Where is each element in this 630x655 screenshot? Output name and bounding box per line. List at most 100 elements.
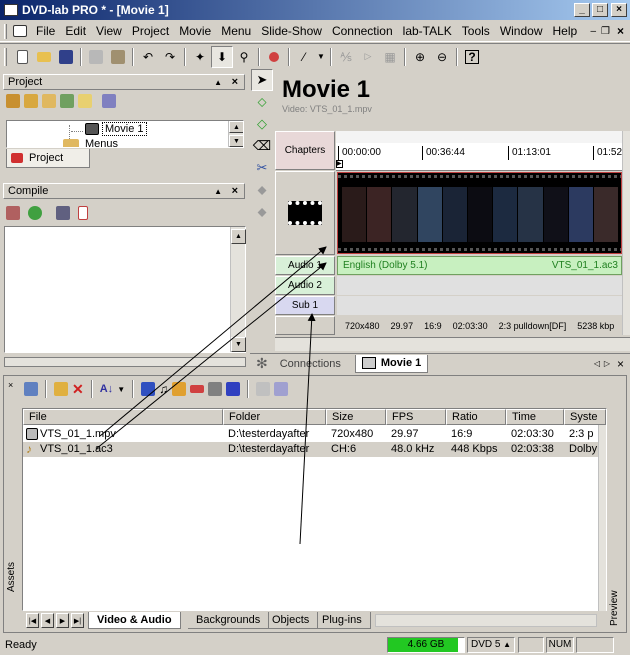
- preview-side-label[interactable]: Preview: [609, 590, 620, 626]
- compile-scroll-down-button[interactable]: ▼: [231, 337, 246, 352]
- close-button[interactable]: ×: [611, 3, 627, 17]
- asset-audio-icon[interactable]: ♫: [159, 382, 168, 396]
- undo-icon[interactable]: ↶: [137, 46, 159, 68]
- star-icon[interactable]: [78, 94, 92, 108]
- dropdown-arrow-icon[interactable]: ▼: [315, 46, 327, 68]
- asset-tree-icon[interactable]: [141, 382, 156, 396]
- column-time[interactable]: Time: [506, 409, 564, 425]
- asset-h-scrollbar[interactable]: [375, 614, 597, 627]
- audio1-track[interactable]: English (Dolby 5.1) VTS_01_1.ac3: [337, 256, 622, 275]
- cut-tool-icon[interactable]: ✂: [251, 157, 273, 179]
- menu-menu[interactable]: Menu: [216, 22, 256, 40]
- menu-file[interactable]: File: [31, 22, 60, 40]
- menu-connection[interactable]: Connection: [327, 22, 398, 40]
- pointer-tool-icon[interactable]: ➤: [251, 69, 273, 91]
- link-tool-icon[interactable]: ◇: [251, 113, 273, 135]
- menu-tools[interactable]: Tools: [457, 22, 495, 40]
- audio2-track[interactable]: [337, 276, 622, 295]
- binoculars-icon[interactable]: ⚲: [233, 46, 255, 68]
- tab-objects[interactable]: Objects: [264, 612, 319, 629]
- dvd-type-select[interactable]: DVD 5 ▲: [467, 637, 515, 653]
- compile-settings-icon[interactable]: [6, 206, 20, 220]
- add-movie-icon[interactable]: [6, 94, 20, 108]
- column-ratio[interactable]: Ratio: [446, 409, 506, 425]
- dfill-icon[interactable]: ▷: [357, 46, 379, 68]
- sub1-track[interactable]: [337, 296, 622, 315]
- menu-edit[interactable]: Edit: [60, 22, 91, 40]
- menu-movie[interactable]: Movie: [174, 22, 216, 40]
- asset-delete-icon[interactable]: ✕: [72, 381, 84, 398]
- open-icon[interactable]: [33, 46, 55, 68]
- column-size[interactable]: Size: [326, 409, 386, 425]
- wizard-icon[interactable]: ✦: [189, 46, 211, 68]
- sub1-track-header[interactable]: Sub 1: [275, 296, 335, 315]
- asset-grid-icon[interactable]: [256, 382, 271, 396]
- table-row[interactable]: VTS_01_1.mpv D:\testerdayafter 720x480 2…: [23, 427, 606, 442]
- audio2-track-header[interactable]: Audio 2: [275, 276, 335, 295]
- mdi-restore-icon[interactable]: ❐: [601, 26, 610, 37]
- asset-bar-icon[interactable]: [190, 385, 205, 393]
- add-chapter-icon[interactable]: ⬦: [251, 91, 273, 113]
- magic-wand-icon[interactable]: ⁄: [293, 46, 315, 68]
- compile-panel-close-icon[interactable]: ×: [232, 185, 238, 197]
- tab-connections[interactable]: Connections: [280, 358, 341, 370]
- help-icon[interactable]: ?: [461, 46, 483, 68]
- menu-project[interactable]: Project: [127, 22, 174, 40]
- grid-icon[interactable]: ▦: [379, 46, 401, 68]
- tab-next-icon[interactable]: ▷: [604, 359, 610, 368]
- compile-scroll-up-button[interactable]: ▲: [231, 229, 246, 244]
- timeline-ruler[interactable]: 00:00:00 00:36:44 01:13:01 01:52:0 ▶: [336, 131, 623, 171]
- video-track[interactable]: [337, 172, 622, 254]
- add-slideshow-icon[interactable]: [42, 94, 56, 108]
- compile-icon[interactable]: ⬇: [211, 45, 233, 68]
- column-fps[interactable]: FPS: [386, 409, 446, 425]
- mdi-close-icon[interactable]: ×: [617, 24, 624, 38]
- maximize-button[interactable]: □: [592, 3, 608, 17]
- tree-item-movie1[interactable]: Movie 1: [102, 122, 147, 136]
- asset-open-icon[interactable]: [54, 382, 68, 396]
- scroll-up-button[interactable]: ▲: [229, 121, 243, 133]
- asset-link-icon[interactable]: [208, 382, 223, 396]
- chapters-track-header[interactable]: Chapters: [275, 131, 335, 170]
- compile-log-icon[interactable]: [78, 206, 88, 220]
- save-icon[interactable]: [55, 46, 77, 68]
- tab-prev-icon[interactable]: ◀: [41, 613, 54, 628]
- tab-prev-icon[interactable]: ◁: [594, 359, 600, 368]
- tab-movie1[interactable]: Movie 1: [354, 354, 429, 373]
- timeline-h-scrollbar[interactable]: [275, 337, 630, 351]
- audio1-track-header[interactable]: Audio 1: [275, 256, 335, 275]
- column-folder[interactable]: Folder: [223, 409, 326, 425]
- menu-labtalk[interactable]: lab-TALK: [398, 22, 457, 40]
- menu-help[interactable]: Help: [548, 22, 583, 40]
- menu-window[interactable]: Window: [495, 22, 548, 40]
- collapse-arrow-icon[interactable]: ▲: [214, 187, 222, 196]
- zoom-out-icon[interactable]: ⊖: [431, 46, 453, 68]
- minimize-button[interactable]: _: [574, 3, 590, 17]
- table-row[interactable]: ♪ VTS_01_1.ac3 D:\testerdayafter CH:6 48…: [23, 442, 606, 457]
- compile-search-icon[interactable]: [56, 206, 70, 220]
- tab-backgrounds[interactable]: Backgrounds: [188, 612, 270, 629]
- asset-view-icon[interactable]: [24, 382, 38, 396]
- tab-video-audio[interactable]: Video & Audio: [88, 612, 181, 629]
- asset-export-icon[interactable]: [274, 382, 289, 396]
- compile-run-icon[interactable]: [28, 206, 42, 220]
- scroll-down-button[interactable]: ▼: [229, 135, 243, 147]
- eraser-tool-icon[interactable]: ⌫: [251, 135, 273, 157]
- add-folder-icon[interactable]: [60, 94, 74, 108]
- zoom-in-icon[interactable]: ⊕: [409, 46, 431, 68]
- tab-project[interactable]: Project: [6, 149, 90, 168]
- video-track-header[interactable]: [275, 171, 335, 255]
- timeline-v-scrollbar[interactable]: [622, 131, 630, 335]
- vts-icon[interactable]: [102, 94, 116, 108]
- split-tool-icon[interactable]: ⬥: [251, 179, 273, 201]
- sort-dropdown-icon[interactable]: ▼: [117, 385, 125, 394]
- tree-item-menus[interactable]: Menus: [85, 138, 118, 147]
- menu-slideshow[interactable]: Slide-Show: [256, 22, 327, 40]
- paste-icon[interactable]: [107, 46, 129, 68]
- playhead-marker-icon[interactable]: ▶: [336, 160, 343, 168]
- tab-last-icon[interactable]: ▶|: [71, 613, 84, 628]
- tab-plugins[interactable]: Plug-ins: [314, 612, 371, 629]
- project-panel-close-icon[interactable]: ×: [232, 76, 238, 88]
- tab-first-icon[interactable]: |◀: [26, 613, 39, 628]
- asset-chart-icon[interactable]: [226, 382, 241, 396]
